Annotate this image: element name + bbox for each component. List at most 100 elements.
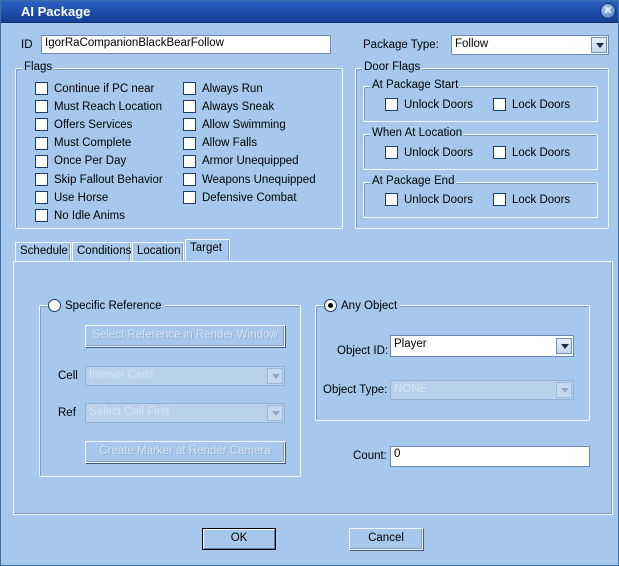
checkbox-label: Armor Unequipped <box>202 155 299 168</box>
lock-doors-location-checkbox[interactable]: Lock Doors <box>493 146 570 159</box>
checkbox-label: Use Horse <box>54 191 109 204</box>
checkbox-box[interactable] <box>183 173 196 186</box>
object-id-value: Player <box>394 338 427 350</box>
package-type-select[interactable]: Follow <box>451 35 609 55</box>
object-type-select[interactable]: NONE <box>390 380 574 400</box>
door-group-title: At Package Start <box>370 79 461 91</box>
any-object-radio[interactable]: Any Object <box>324 299 401 312</box>
chevron-down-icon[interactable] <box>267 405 283 421</box>
checkbox-label: Unlock Doors <box>404 193 474 206</box>
checkbox-box[interactable] <box>385 98 398 111</box>
create-marker-button[interactable]: Create Marker at Render Camera <box>85 441 285 463</box>
checkbox-box[interactable] <box>493 193 506 206</box>
cancel-button[interactable]: Cancel <box>349 528 423 550</box>
flag-checkbox[interactable]: Skip Fallout Behavior <box>35 173 163 186</box>
flag-checkbox[interactable]: Armor Unequipped <box>183 154 299 168</box>
object-id-select[interactable]: Player <box>390 335 574 357</box>
checkbox-box[interactable] <box>35 118 48 132</box>
checkbox-box[interactable] <box>385 146 398 159</box>
id-label: ID <box>21 39 33 51</box>
radio-label: Specific Reference <box>65 299 162 312</box>
id-input[interactable]: IgorRaCompanionBlackBearFollow <box>41 35 331 54</box>
radio-label: Any Object <box>341 299 398 312</box>
flag-checkbox[interactable]: Allow Swimming <box>183 118 286 132</box>
checkbox-box[interactable] <box>183 82 196 95</box>
flag-checkbox[interactable]: Offers Services <box>35 118 133 132</box>
chevron-down-icon[interactable] <box>556 338 572 354</box>
any-object-group <box>315 305 590 421</box>
flag-checkbox[interactable]: Use Horse <box>35 191 109 205</box>
unlock-doors-location-checkbox[interactable]: Unlock Doors <box>385 146 473 159</box>
checkbox-label: Continue if PC near <box>54 82 155 95</box>
chevron-down-icon[interactable] <box>591 37 607 53</box>
count-label: Count: <box>353 450 387 462</box>
object-type-label: Object Type: <box>323 384 388 396</box>
radio-dot[interactable] <box>324 299 337 312</box>
cell-label: Cell <box>58 370 78 382</box>
checkbox-label: Allow Falls <box>202 137 257 150</box>
checkbox-box[interactable] <box>183 118 196 132</box>
flag-checkbox[interactable]: Must Reach Location <box>35 100 163 114</box>
radio-dot[interactable] <box>48 299 61 312</box>
flag-checkbox[interactable]: Once Per Day <box>35 154 127 168</box>
door-group-title: At Package End <box>370 175 457 187</box>
window-title: AI Package <box>21 4 91 19</box>
select-reference-button[interactable]: Select Reference in Render Window <box>85 325 285 347</box>
checkbox-box[interactable] <box>493 98 506 111</box>
tab-schedule[interactable]: Schedule <box>15 242 71 261</box>
cell-select[interactable]: Interior Cells <box>85 366 285 386</box>
title-bar[interactable]: AI Package ✕ <box>1 1 618 23</box>
checkbox-label: No Idle Anims <box>54 209 125 222</box>
checkbox-box[interactable] <box>385 193 398 206</box>
flag-checkbox[interactable]: Always Run <box>183 82 263 95</box>
checkbox-box[interactable] <box>183 100 196 114</box>
ok-button[interactable]: OK <box>202 528 276 550</box>
chevron-down-icon[interactable] <box>267 368 283 384</box>
lock-doors-start-checkbox[interactable]: Lock Doors <box>493 98 570 111</box>
unlock-doors-start-checkbox[interactable]: Unlock Doors <box>385 98 473 111</box>
count-input[interactable]: 0 <box>390 446 590 467</box>
checkbox-label: Skip Fallout Behavior <box>54 173 163 186</box>
specific-reference-radio[interactable]: Specific Reference <box>48 299 165 312</box>
checkbox-box[interactable] <box>35 191 48 205</box>
checkbox-box[interactable] <box>35 100 48 114</box>
checkbox-label: Lock Doors <box>512 146 571 159</box>
flag-checkbox[interactable]: Weapons Unequipped <box>183 173 316 186</box>
close-icon[interactable]: ✕ <box>600 3 616 19</box>
flag-checkbox[interactable]: Continue if PC near <box>35 82 154 95</box>
checkbox-label: Unlock Doors <box>404 146 474 159</box>
object-type-value: NONE <box>394 383 428 395</box>
checkbox-box[interactable] <box>35 82 48 95</box>
checkbox-box[interactable] <box>35 209 48 223</box>
flag-checkbox[interactable]: Defensive Combat <box>183 191 297 205</box>
checkbox-label: Offers Services <box>54 118 133 131</box>
flag-checkbox[interactable]: Must Complete <box>35 136 131 150</box>
chevron-down-icon[interactable] <box>556 382 572 398</box>
checkbox-label: Must Reach Location <box>54 100 163 113</box>
tab-target[interactable]: Target <box>185 239 230 261</box>
checkbox-box[interactable] <box>35 173 48 186</box>
tab-location[interactable]: Location <box>132 242 184 261</box>
checkbox-label: Lock Doors <box>512 193 571 206</box>
checkbox-box[interactable] <box>493 146 506 159</box>
checkbox-box[interactable] <box>183 191 196 205</box>
flag-checkbox[interactable]: No Idle Anims <box>35 209 125 223</box>
checkbox-label: Allow Swimming <box>202 118 286 131</box>
checkbox-box[interactable] <box>183 136 196 150</box>
checkbox-label: Unlock Doors <box>404 98 474 111</box>
flag-checkbox[interactable]: Allow Falls <box>183 136 257 150</box>
ref-select[interactable]: Select Cell First <box>85 403 285 423</box>
flags-title: Flags <box>22 61 55 73</box>
lock-doors-end-checkbox[interactable]: Lock Doors <box>493 193 570 206</box>
unlock-doors-end-checkbox[interactable]: Unlock Doors <box>385 193 473 206</box>
checkbox-box[interactable] <box>183 154 196 168</box>
ref-value: Select Cell First <box>89 406 170 418</box>
checkbox-label: Defensive Combat <box>202 191 297 204</box>
flag-checkbox[interactable]: Always Sneak <box>183 100 274 114</box>
tab-conditions[interactable]: Conditions <box>72 242 131 261</box>
checkbox-box[interactable] <box>35 136 48 150</box>
package-type-value: Follow <box>455 38 489 50</box>
checkbox-label: Once Per Day <box>54 155 127 168</box>
checkbox-label: Lock Doors <box>512 98 571 111</box>
checkbox-box[interactable] <box>35 154 48 168</box>
